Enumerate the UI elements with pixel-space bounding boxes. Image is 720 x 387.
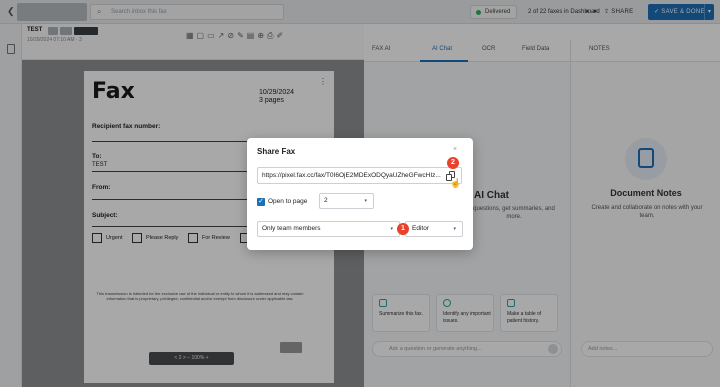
close-icon[interactable]: × [453, 146, 457, 153]
role-select-value: Editor [412, 225, 429, 232]
role-select[interactable]: Editor ▾ [405, 221, 463, 237]
pointer-cursor-icon: ☝ [450, 178, 462, 188]
access-select-value: Only team members [262, 225, 321, 232]
access-select[interactable]: Only team members ▾ [257, 221, 400, 237]
dialog-title: Share Fax [257, 147, 296, 156]
chevron-down-icon: ▾ [364, 198, 367, 204]
chevron-down-icon: ▾ [453, 226, 456, 232]
page-select-value: 2 [324, 197, 328, 204]
open-to-page-checkbox[interactable]: ✓ [257, 198, 265, 206]
open-to-page-label: Open to page [268, 198, 308, 205]
step-marker: 2 [447, 157, 459, 169]
step-marker: 1 [397, 223, 409, 235]
share-fax-dialog: Share Fax × https://pixel.fax.cc/fax/T0I… [247, 138, 473, 250]
page-select[interactable]: 2 ▾ [319, 193, 374, 209]
share-url-field[interactable]: https://pixel.fax.cc/fax/T0I6OjE2MDExODQ… [257, 167, 462, 184]
chevron-down-icon: ▾ [390, 226, 393, 232]
